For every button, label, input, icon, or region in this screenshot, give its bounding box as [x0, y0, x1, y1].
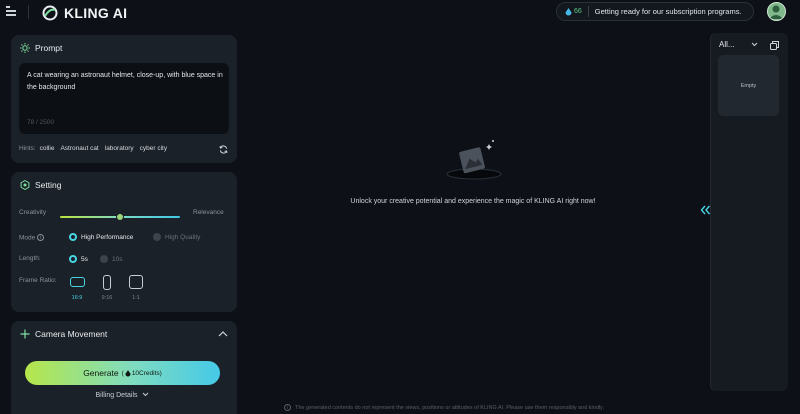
- ratio-16-9[interactable]: 16:9: [68, 275, 86, 301]
- radio-selected: [69, 233, 77, 241]
- relevance-label: Relevance: [193, 209, 224, 216]
- generate-cost: ( 10 Credits ): [122, 370, 162, 377]
- kling-logo-icon: [42, 5, 58, 21]
- open-paren: (: [121, 369, 124, 377]
- prompt-text[interactable]: A cat wearing an astronaut helmet, close…: [27, 70, 223, 94]
- creativity-label: Creativity: [19, 209, 47, 216]
- credits-count: 66: [574, 8, 582, 15]
- ratio-16-9-icon: [69, 277, 85, 287]
- camera-header: Camera Movement: [20, 329, 107, 339]
- credits-badge: 66: [557, 7, 582, 16]
- hints-label: Hints:: [19, 145, 36, 152]
- billing-label: Billing Details: [95, 392, 138, 399]
- notice-separator: [587, 6, 589, 17]
- gallery-panel: All... Empty: [710, 33, 788, 391]
- ratio-label: 9:16: [101, 295, 113, 301]
- character-counter: 78 / 2500: [27, 119, 55, 126]
- empty-label: Empty: [740, 82, 757, 89]
- empty-card: Empty: [718, 55, 779, 116]
- hints-row: Hints: collie Astronaut cat laboratory c…: [19, 145, 167, 152]
- user-icon: [769, 5, 783, 19]
- logo[interactable]: KLING AI: [42, 3, 127, 23]
- mode-option-label: High Performance: [81, 233, 134, 241]
- length-option-label: 5s: [81, 255, 88, 263]
- disclaimer-text: The generated contents do not represent …: [295, 404, 604, 411]
- length-5s[interactable]: 5s: [69, 255, 88, 263]
- info-icon: i: [284, 404, 291, 411]
- hint-collie[interactable]: collie: [40, 145, 55, 152]
- credit-drop-icon: [125, 369, 131, 376]
- hint-cyber-city[interactable]: cyber city: [140, 145, 167, 152]
- ratio-label: 16:9: [71, 295, 83, 301]
- generate-button[interactable]: Generate ( 10 Credits ): [25, 361, 220, 385]
- chevron-up-icon[interactable]: [218, 331, 228, 337]
- radio-unselected: [153, 233, 161, 241]
- image-placeholder-icon: [446, 140, 502, 180]
- ratio-9-16-icon: [103, 275, 111, 290]
- menu-icon[interactable]: [6, 6, 18, 16]
- info-icon[interactable]: i: [37, 234, 45, 241]
- top-bar: KLING AI 66 Getting ready for our subscr…: [0, 0, 800, 26]
- folder-icon[interactable]: [770, 41, 779, 50]
- prompt-header: Prompt: [20, 43, 62, 53]
- mode-high-performance[interactable]: High Performance: [69, 233, 133, 241]
- logo-text: KLING AI: [64, 5, 128, 21]
- mode-label-text: Mode: [19, 234, 36, 242]
- generate-label: Generate: [83, 368, 119, 378]
- refresh-hints-icon[interactable]: [219, 145, 228, 154]
- creativity-relevance-slider[interactable]: [60, 212, 180, 222]
- slider-handle[interactable]: [116, 213, 124, 221]
- frame-ratio-label: Frame Ratio:: [19, 277, 57, 284]
- setting-title: Setting: [35, 180, 62, 190]
- subscription-notice[interactable]: 66 Getting ready for our subscription pr…: [556, 2, 754, 21]
- prompt-title: Prompt: [35, 43, 63, 53]
- mode-option-label: High Quality: [165, 233, 201, 241]
- setting-header: Setting: [20, 180, 61, 190]
- credits-unit: Credits: [139, 369, 160, 377]
- ratio-1-1-icon: [129, 275, 143, 289]
- chevron-down-icon: [751, 42, 757, 47]
- hint-astronaut-cat[interactable]: Astronaut cat: [60, 145, 98, 152]
- avatar[interactable]: [767, 2, 786, 21]
- prompt-input[interactable]: A cat wearing an astronaut helmet, close…: [19, 63, 229, 134]
- ratio-9-16[interactable]: 9:16: [98, 275, 116, 301]
- chevron-down-icon: [143, 392, 149, 397]
- footer-disclaimer: i The generated contents do not represen…: [282, 404, 604, 411]
- drop-icon: [565, 7, 572, 15]
- close-paren: ): [159, 369, 162, 377]
- divider: [28, 5, 29, 19]
- move-icon: [20, 329, 30, 339]
- mode-high-quality[interactable]: High Quality: [153, 233, 200, 241]
- notice-text: Getting ready for our subscription progr…: [594, 7, 742, 16]
- camera-title: Camera Movement: [35, 329, 108, 339]
- generate-credits: 10: [131, 369, 140, 377]
- setting-panel: Setting Creativity Relevance Mode i High …: [11, 172, 237, 312]
- billing-details-toggle[interactable]: Billing Details: [25, 392, 220, 399]
- sun-icon: [20, 43, 30, 53]
- radio-unselected: [100, 255, 108, 263]
- hint-laboratory[interactable]: laboratory: [105, 145, 134, 152]
- length-option-label: 10s: [112, 255, 123, 263]
- length-label: Length:: [19, 255, 41, 262]
- gear-icon: [20, 180, 30, 190]
- empty-state-message: Unlock your creative potential and exper…: [350, 198, 596, 205]
- prompt-panel: Prompt A cat wearing an astronaut helmet…: [11, 35, 237, 163]
- radio-selected: [69, 255, 77, 263]
- gallery-filter-label: All...: [719, 40, 735, 49]
- ratio-label: 1:1: [132, 295, 140, 301]
- ratio-1-1[interactable]: 1:1: [127, 275, 145, 301]
- length-10s[interactable]: 10s: [100, 255, 122, 263]
- gallery-filter-dropdown[interactable]: All...: [719, 40, 758, 49]
- mode-label: Mode i: [19, 234, 45, 242]
